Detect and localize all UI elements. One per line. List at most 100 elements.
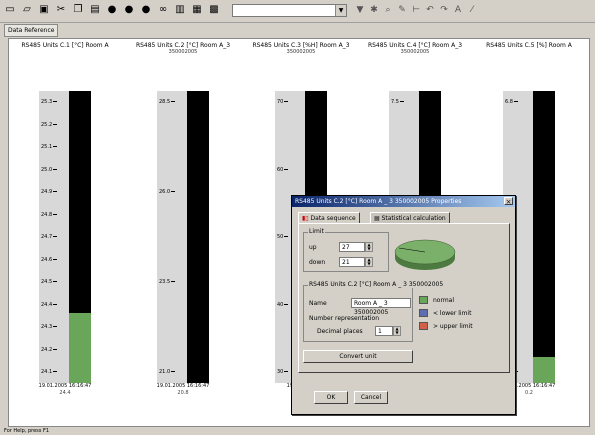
legend-lower-swatch[interactable]	[419, 309, 428, 317]
line-icon[interactable]: ⁄	[466, 4, 478, 16]
tick-mark	[284, 303, 289, 305]
new-icon[interactable]: ▭	[4, 4, 16, 16]
tick-mark	[53, 168, 58, 170]
gauge-tick: 25.0	[41, 167, 58, 173]
cancel-button[interactable]: Cancel	[354, 391, 388, 404]
tool-icon[interactable]: ✱	[368, 4, 380, 16]
undo-icon[interactable]: ↶	[424, 4, 436, 16]
gauge-tick: 24.1	[41, 369, 58, 375]
legend-upper-swatch[interactable]	[419, 322, 428, 330]
gauge-tick: 24.5	[41, 279, 58, 285]
cut-icon[interactable]: ✂	[55, 4, 67, 16]
channel-2[interactable]: RS485 Units C.2 [°C] Room A_3 350002005 28…	[127, 39, 239, 424]
tick-label: 21.0	[159, 369, 171, 375]
gauge-tick: 24.6	[41, 257, 58, 263]
tick-label: 25.2	[41, 121, 53, 128]
gauge-tick: 70	[277, 99, 289, 105]
tick-mark	[284, 101, 289, 102]
filter-icon[interactable]: ▼	[354, 4, 366, 16]
tab-data-sequence-label: Data sequence	[310, 215, 356, 222]
gauge-tick: 25.2	[41, 121, 58, 128]
dialog-panel: Limit up 27 ▲ ▼ down 21 ▲ ▼ RS485 Units C.…	[298, 223, 510, 373]
gauge-tick: 24.4	[41, 302, 58, 308]
paste-icon[interactable]: ▤	[89, 4, 101, 16]
copy-icon[interactable]: ❐	[72, 4, 84, 16]
down-spinner[interactable]: ▲ ▼	[365, 257, 373, 267]
channel-title: RS485 Units C.1 [°C] Room A	[21, 42, 109, 49]
toolbar-combo[interactable]: ▼	[232, 4, 347, 17]
properties-dialog: RS485 Units C.2 [°C] Room A _ 3 35000200…	[291, 195, 516, 415]
legend-normal-swatch[interactable]	[419, 296, 428, 304]
tick-label: 30	[277, 369, 284, 375]
measure-icon[interactable]: ⊢	[410, 4, 422, 16]
circle-b-icon[interactable]: ●	[123, 4, 135, 16]
tick-mark	[513, 101, 518, 102]
save-icon[interactable]: ▣	[38, 4, 50, 16]
gauge-bar	[69, 91, 91, 383]
channel-title: RS485 Units C.5 [%] Room A	[486, 42, 572, 49]
channel-subtitle: 350002005	[400, 49, 430, 55]
name-input[interactable]: Room A _ 3 350002005	[351, 298, 411, 316]
tab-statistical-label: Statistical calculation	[381, 215, 446, 222]
gauge-tick: 24.2	[41, 346, 58, 353]
circle-c-icon[interactable]: ●	[140, 4, 152, 16]
channel-value: 20.8	[177, 390, 189, 396]
gauge-fill	[69, 312, 91, 383]
status-bar: For Help, press F1	[0, 427, 595, 435]
down-limit-input[interactable]: 21	[339, 257, 365, 267]
gauge-tick: 30	[277, 369, 289, 375]
tick-mark	[53, 191, 58, 192]
pen-icon[interactable]: ✎	[396, 4, 408, 16]
limit-group-label: Limit	[308, 228, 325, 235]
tab-data-reference[interactable]: Data Reference	[4, 24, 59, 37]
print-icon[interactable]: ▩	[208, 4, 220, 16]
dialog-titlebar[interactable]: RS485 Units C.2 [°C] Room A _ 3 35000200…	[292, 196, 515, 207]
status-text: For Help, press F1	[4, 428, 50, 434]
tick-mark	[171, 281, 176, 282]
tick-mark	[53, 213, 58, 215]
decimal-places-input[interactable]: 1	[375, 326, 393, 336]
tick-label: 24.1	[41, 369, 53, 375]
decimal-spinner[interactable]: ▲ ▼	[393, 326, 401, 336]
chart-icon[interactable]: ▥	[174, 4, 186, 16]
tick-label: 24.8	[41, 211, 53, 218]
tick-mark	[53, 101, 58, 102]
tick-label: 7.5	[391, 99, 399, 105]
legend-upper-label: > upper limit	[433, 323, 473, 330]
gauge-tick: 40	[277, 301, 289, 308]
main-toolbar: ▭ ▱ ▣ ✂ ❐ ▤ ● ● ● ∞ ▥ ▦ ▩ ▼ ▼ ✱ ⌕ ✎ ⊢ ↶ ↷ A ⁄	[0, 0, 595, 23]
chevron-down-icon[interactable]: ▼	[335, 5, 346, 16]
tick-mark	[53, 258, 58, 260]
channel-subtitle: 350002005	[286, 49, 316, 55]
convert-unit-button[interactable]: Convert unit	[303, 350, 413, 363]
tick-mark	[53, 281, 58, 282]
tick-label: 25.3	[41, 99, 53, 105]
gauge-tick: 24.8	[41, 211, 58, 218]
tick-label: 40	[277, 301, 284, 308]
tick-label: 24.2	[41, 346, 53, 353]
gauge-tick: 23.5	[159, 279, 176, 285]
up-limit-input[interactable]: 27	[339, 242, 365, 252]
tick-mark	[53, 326, 58, 327]
gauge-bar	[533, 91, 555, 383]
circle-a-icon[interactable]: ●	[106, 4, 118, 16]
binoculars-icon[interactable]: ∞	[157, 4, 169, 16]
legend-lower-label: < lower limit	[433, 310, 472, 317]
channel-1[interactable]: RS485 Units C.1 [°C] Room A 25.3 25.2 25.1 2…	[9, 39, 121, 424]
tick-label: 24.3	[41, 324, 53, 330]
tick-mark	[284, 236, 289, 237]
zoom-icon[interactable]: ⌕	[382, 4, 394, 16]
grid-icon[interactable]: ▦	[191, 4, 203, 16]
redo-icon[interactable]: ↷	[438, 4, 450, 16]
gauge-tick: 7.5	[391, 99, 404, 105]
text-icon[interactable]: A	[452, 4, 464, 16]
ok-button[interactable]: OK	[314, 391, 348, 404]
tick-mark	[53, 371, 58, 372]
channel-date: 19.01.2005 16:16:47	[156, 383, 210, 389]
gauge-tick: 25.1	[41, 144, 58, 150]
close-icon[interactable]: ×	[504, 197, 513, 206]
open-icon[interactable]: ▱	[21, 4, 33, 16]
tick-mark	[171, 101, 176, 102]
up-spinner[interactable]: ▲ ▼	[365, 242, 373, 252]
tick-mark	[171, 191, 176, 192]
